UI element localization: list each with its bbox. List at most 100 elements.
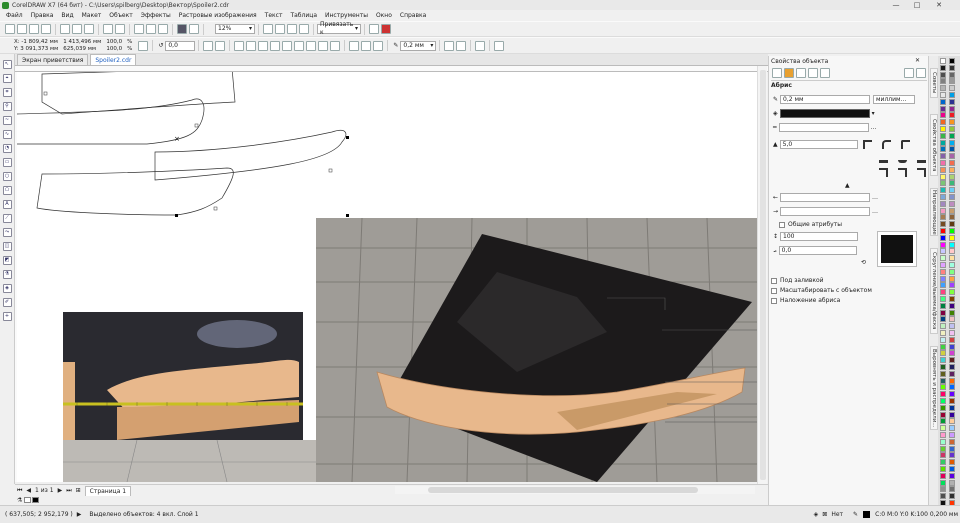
palette-swatch[interactable]	[949, 336, 955, 343]
application-launcher-icon[interactable]	[381, 24, 391, 34]
palette-swatch[interactable]	[949, 438, 955, 445]
y-position-field[interactable]: Y: 3 091,373 мм	[14, 46, 58, 53]
weld-icon[interactable]	[258, 40, 269, 51]
palette-swatch[interactable]	[940, 323, 946, 330]
palette-swatch[interactable]	[949, 255, 955, 262]
outline-inside-icon[interactable]	[917, 168, 926, 177]
save-icon[interactable]	[29, 24, 39, 34]
palette-swatch[interactable]	[940, 234, 946, 241]
combine-icon[interactable]	[234, 40, 245, 51]
palette-swatch[interactable]	[949, 364, 955, 370]
minimize-button[interactable]: —	[889, 0, 903, 10]
palette-swatch[interactable]	[949, 350, 955, 357]
palette-swatch[interactable]	[940, 425, 946, 432]
palette-swatch[interactable]	[949, 466, 955, 472]
palette-swatch[interactable]	[949, 153, 955, 160]
tab-welcome-screen[interactable]: Экран приветствия	[17, 54, 89, 65]
close-button[interactable]: ✕	[932, 0, 946, 10]
palette-swatch[interactable]	[940, 58, 946, 64]
palette-swatch[interactable]	[940, 255, 946, 262]
palette-swatch[interactable]	[940, 289, 946, 296]
trim-icon[interactable]	[270, 40, 281, 51]
palette-swatch[interactable]	[940, 493, 946, 500]
to-back-icon[interactable]	[373, 40, 384, 51]
palette-swatch[interactable]	[949, 146, 955, 153]
pick-tool-icon[interactable]: ↖	[2, 59, 12, 69]
docker-tab-guidelines[interactable]: Направляющие	[930, 188, 938, 236]
options-icon[interactable]	[369, 24, 379, 34]
start-arrow-dropdown[interactable]	[780, 193, 871, 202]
scale-x-field[interactable]: 100,0	[106, 39, 122, 46]
summary-category-icon[interactable]	[820, 68, 830, 78]
palette-swatch[interactable]	[940, 343, 946, 350]
show-guidelines-icon[interactable]	[299, 24, 309, 34]
palette-swatch[interactable]	[949, 194, 955, 200]
transparency-tool-icon[interactable]: ◩	[2, 255, 12, 265]
palette-swatch[interactable]	[949, 139, 955, 146]
palette-swatch[interactable]	[949, 452, 955, 459]
outline-color-picker[interactable]	[779, 109, 870, 118]
corel-connect-icon[interactable]	[177, 24, 187, 34]
palette-swatch[interactable]	[949, 221, 955, 228]
width-field[interactable]: 1 413,496 мм	[63, 39, 101, 46]
paste-icon[interactable]	[84, 24, 94, 34]
intersect-icon[interactable]	[282, 40, 293, 51]
break-apart-icon[interactable]	[246, 40, 257, 51]
mirror-vertical-icon[interactable]	[215, 40, 226, 51]
palette-swatch[interactable]	[940, 139, 946, 146]
palette-swatch[interactable]	[940, 262, 946, 268]
palette-swatch[interactable]	[940, 78, 946, 85]
palette-swatch[interactable]	[949, 418, 955, 425]
horizontal-scrollbar[interactable]	[395, 486, 755, 494]
palette-swatch[interactable]	[949, 187, 955, 194]
palette-swatch[interactable]	[940, 438, 946, 445]
corner-bevel-icon[interactable]	[900, 140, 910, 149]
palette-swatch[interactable]	[949, 98, 955, 105]
scale-with-object-checkbox[interactable]	[771, 287, 777, 294]
artistic-media-icon[interactable]: ∿	[2, 129, 12, 139]
reset-nib-icon[interactable]: ⟲	[861, 259, 866, 266]
palette-swatch[interactable]	[949, 92, 955, 98]
palette-swatch[interactable]	[949, 160, 955, 166]
add-page-icon[interactable]: ⊞	[74, 487, 83, 494]
palette-swatch[interactable]	[940, 153, 946, 160]
palette-swatch[interactable]	[949, 309, 955, 316]
palette-swatch[interactable]	[940, 316, 946, 323]
maximize-button[interactable]: □	[910, 0, 924, 10]
palette-swatch[interactable]	[949, 126, 955, 132]
palette-swatch[interactable]	[949, 180, 955, 187]
rectangle-tool-icon[interactable]: ▭	[2, 157, 12, 167]
first-page-icon[interactable]: ⏮	[15, 487, 24, 495]
palette-swatch[interactable]	[949, 241, 955, 248]
corner-round-icon[interactable]	[881, 140, 891, 149]
parallel-dimension-icon[interactable]: ⟋	[2, 213, 12, 223]
docker-tab-object-properties[interactable]: Свойства объекта	[930, 114, 938, 176]
palette-swatch[interactable]	[940, 64, 946, 71]
palette-swatch[interactable]	[949, 234, 955, 241]
polygon-tool-icon[interactable]: ⬠	[2, 185, 12, 195]
color-eyedropper-icon[interactable]: ⚗	[2, 269, 12, 279]
palette-swatch[interactable]	[940, 404, 946, 411]
menu-item-9[interactable]: Инструменты	[321, 12, 372, 19]
palette-swatch[interactable]	[940, 350, 946, 357]
shared-attrs-checkbox[interactable]	[779, 221, 785, 228]
menu-item-2[interactable]: Вид	[57, 12, 77, 19]
scale-y-field[interactable]: 100,0	[106, 46, 122, 53]
print-icon[interactable]	[41, 24, 51, 34]
export-icon[interactable]	[158, 24, 168, 34]
smart-fill-icon[interactable]: ◔	[2, 143, 12, 153]
palette-swatch[interactable]	[940, 268, 946, 275]
palette-swatch[interactable]	[940, 370, 946, 377]
palette-swatch[interactable]	[949, 262, 955, 268]
end-arrow-dropdown[interactable]	[780, 207, 871, 216]
undo-icon[interactable]	[103, 24, 113, 34]
palette-swatch[interactable]	[949, 493, 955, 500]
palette-swatch[interactable]	[949, 200, 955, 207]
palette-swatch[interactable]	[949, 207, 955, 214]
cap-butt-icon[interactable]	[879, 154, 888, 163]
miter-limit-input[interactable]: 5,0	[779, 140, 858, 149]
palette-swatch[interactable]	[940, 398, 946, 404]
palette-swatch[interactable]	[940, 207, 946, 214]
palette-swatch[interactable]	[949, 112, 955, 119]
palette-swatch[interactable]	[940, 384, 946, 391]
